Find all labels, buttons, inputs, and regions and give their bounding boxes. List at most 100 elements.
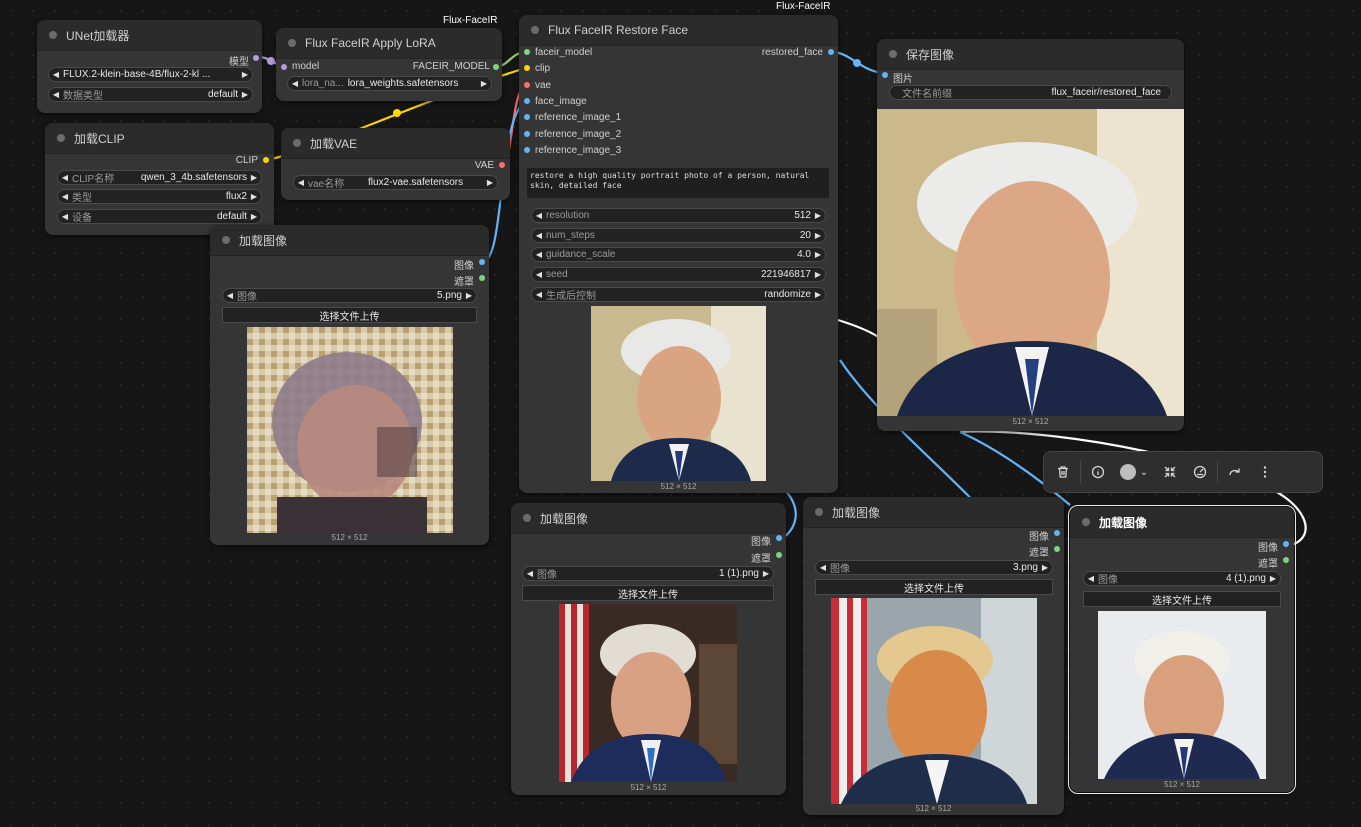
arrow-right-icon[interactable]: ▶ <box>247 212 261 221</box>
output-clip-socket[interactable] <box>263 157 269 163</box>
arrow-right-icon[interactable]: ▶ <box>1038 563 1052 572</box>
arrow-right-icon[interactable]: ▶ <box>483 178 497 187</box>
info-icon[interactable] <box>1083 457 1113 487</box>
output-restored-face-socket[interactable] <box>828 49 834 55</box>
load-image-node-ref1[interactable]: 加载图像 图像 遮罩 ◀ 图像 1 (1).png ▶ 选择文件上传 512 × 51… <box>511 503 786 795</box>
num-steps-widget[interactable]: ◀ num_steps 20 ▶ <box>531 228 826 243</box>
vae-name-widget[interactable]: ◀ vae名称 flux2-vae.safetensors ▶ <box>293 175 498 190</box>
unet-name-widget[interactable]: ◀ FLUX.2-klein-base-4B/flux-2-kl ... ▶ <box>48 67 253 82</box>
vae-loader-node[interactable]: 加载VAE VAE ◀ vae名称 flux2-vae.safetensors ▶ <box>281 128 510 200</box>
apply-lora-node[interactable]: Flux FaceIR Apply LoRA model FACEIR_MODE… <box>276 28 502 101</box>
input-vae-socket[interactable] <box>524 82 530 88</box>
arrow-left-icon[interactable]: ◀ <box>523 569 537 578</box>
arrow-left-icon[interactable]: ◀ <box>58 173 72 182</box>
color-picker-button[interactable]: ⌄ <box>1113 457 1155 487</box>
upload-button[interactable]: 选择文件上传 <box>1083 591 1281 607</box>
collapse-icon[interactable] <box>1155 457 1185 487</box>
upload-button[interactable]: 选择文件上传 <box>815 579 1053 595</box>
arrow-right-icon[interactable]: ▶ <box>811 231 825 240</box>
resolution-widget[interactable]: ◀ resolution 512 ▶ <box>531 208 826 223</box>
clip-loader-node[interactable]: 加载CLIP CLIP ◀ CLIP名称 qwen_3_4b.safetensors… <box>45 123 274 235</box>
unet-loader-node[interactable]: UNet加载器 模型 ◀ FLUX.2-klein-base-4B/flux-2-… <box>37 20 262 113</box>
image-select-widget[interactable]: ◀ 图像 1 (1).png ▶ <box>522 566 774 581</box>
output-faceir-model-socket[interactable] <box>493 64 499 70</box>
upload-button[interactable]: 选择文件上传 <box>522 585 774 601</box>
output-mask-socket[interactable] <box>1054 546 1060 552</box>
guidance-scale-widget[interactable]: ◀ guidance_scale 4.0 ▶ <box>531 247 826 262</box>
node-header[interactable]: 加载图像 <box>1070 507 1294 538</box>
image-select-widget[interactable]: ◀ 图像 3.png ▶ <box>815 560 1053 575</box>
arrow-right-icon[interactable]: ▶ <box>247 192 261 201</box>
arrow-right-icon[interactable]: ▶ <box>238 90 252 99</box>
collapse-dot-icon[interactable] <box>815 508 823 516</box>
lora-name-widget[interactable]: ◀ lora_na... lora_weights.safetensors ▶ <box>287 76 492 91</box>
arrow-right-icon[interactable]: ▶ <box>811 250 825 259</box>
collapse-dot-icon[interactable] <box>523 514 531 522</box>
arrow-left-icon[interactable]: ◀ <box>532 250 546 259</box>
arrow-left-icon[interactable]: ◀ <box>49 90 63 99</box>
input-ref2-socket[interactable] <box>524 131 530 137</box>
arrow-left-icon[interactable]: ◀ <box>294 178 308 187</box>
arrow-right-icon[interactable]: ▶ <box>811 211 825 220</box>
node-header[interactable]: Flux FaceIR Apply LoRA <box>276 28 502 59</box>
arrow-right-icon[interactable]: ▶ <box>811 270 825 279</box>
output-image-socket[interactable] <box>479 259 485 265</box>
arrow-left-icon[interactable]: ◀ <box>223 291 237 300</box>
collapse-dot-icon[interactable] <box>222 236 230 244</box>
arrow-right-icon[interactable]: ▶ <box>1266 574 1280 583</box>
image-select-widget[interactable]: ◀ 图像 4 (1).png ▶ <box>1083 571 1281 586</box>
upload-button[interactable]: 选择文件上传 <box>222 307 477 323</box>
bypass-icon[interactable] <box>1185 457 1215 487</box>
arrow-left-icon[interactable]: ◀ <box>532 270 546 279</box>
output-mask-socket[interactable] <box>776 552 782 558</box>
arrow-left-icon[interactable]: ◀ <box>58 212 72 221</box>
clip-name-widget[interactable]: ◀ CLIP名称 qwen_3_4b.safetensors ▶ <box>57 170 262 185</box>
node-header[interactable]: Flux FaceIR Restore Face <box>519 15 838 46</box>
collapse-dot-icon[interactable] <box>57 134 65 142</box>
input-images-socket[interactable] <box>882 72 888 78</box>
output-model-socket[interactable] <box>253 55 259 61</box>
dtype-widget[interactable]: ◀ 数据类型 default ▶ <box>48 87 253 102</box>
node-header[interactable]: UNet加载器 <box>37 20 262 51</box>
output-vae-socket[interactable] <box>499 162 505 168</box>
prompt-textarea[interactable]: restore a high quality portrait photo of… <box>527 168 829 198</box>
collapse-dot-icon[interactable] <box>889 50 897 58</box>
collapse-dot-icon[interactable] <box>531 26 539 34</box>
load-image-node-ref3[interactable]: 加载图像 图像 遮罩 ◀ 图像 4 (1).png ▶ 选择文件上传 512 × 51… <box>1068 505 1296 794</box>
arrow-right-icon[interactable]: ▶ <box>759 569 773 578</box>
collapse-dot-icon[interactable] <box>1082 518 1090 526</box>
load-image-node-face[interactable]: 加载图像 图像 遮罩 ◀ 图像 5.png ▶ 选择文件上传 512 × 512 <box>210 225 489 545</box>
collapse-dot-icon[interactable] <box>293 139 301 147</box>
arrow-left-icon[interactable]: ◀ <box>49 70 63 79</box>
output-mask-socket[interactable] <box>1283 557 1289 563</box>
restore-face-node[interactable]: Flux FaceIR Restore Face faceir_model cl… <box>519 15 838 493</box>
trash-icon[interactable] <box>1048 457 1078 487</box>
filename-prefix-widget[interactable]: 文件名前缀 flux_faceir/restored_face <box>889 85 1172 100</box>
arrow-left-icon[interactable]: ◀ <box>58 192 72 201</box>
node-header[interactable]: 加载CLIP <box>45 123 274 154</box>
node-header[interactable]: 加载图像 <box>210 225 489 256</box>
node-header[interactable]: 加载图像 <box>803 497 1064 528</box>
collapse-dot-icon[interactable] <box>49 31 57 39</box>
collapse-dot-icon[interactable] <box>288 39 296 47</box>
control-after-generate-widget[interactable]: ◀ 生成后控制 randomize ▶ <box>531 287 826 302</box>
input-model-socket[interactable] <box>281 64 287 70</box>
arrow-left-icon[interactable]: ◀ <box>816 563 830 572</box>
output-image-socket[interactable] <box>1054 530 1060 536</box>
arrow-left-icon[interactable]: ◀ <box>532 231 546 240</box>
node-header[interactable]: 加载VAE <box>281 128 510 159</box>
clip-type-widget[interactable]: ◀ 类型 flux2 ▶ <box>57 189 262 204</box>
arrow-left-icon[interactable]: ◀ <box>532 290 546 299</box>
seed-widget[interactable]: ◀ seed 221946817 ▶ <box>531 267 826 282</box>
arrow-left-icon[interactable]: ◀ <box>288 79 302 88</box>
arrow-right-icon[interactable]: ▶ <box>477 79 491 88</box>
node-header[interactable]: 保存图像 <box>877 39 1184 70</box>
output-mask-socket[interactable] <box>479 275 485 281</box>
more-icon[interactable] <box>1250 457 1280 487</box>
node-header[interactable]: 加载图像 <box>511 503 786 534</box>
input-clip-socket[interactable] <box>524 65 530 71</box>
load-image-node-ref2[interactable]: 加载图像 图像 遮罩 ◀ 图像 3.png ▶ 选择文件上传 512 × 512 <box>803 497 1064 815</box>
arrow-right-icon[interactable]: ▶ <box>247 173 261 182</box>
input-face-image-socket[interactable] <box>524 98 530 104</box>
arrow-left-icon[interactable]: ◀ <box>532 211 546 220</box>
